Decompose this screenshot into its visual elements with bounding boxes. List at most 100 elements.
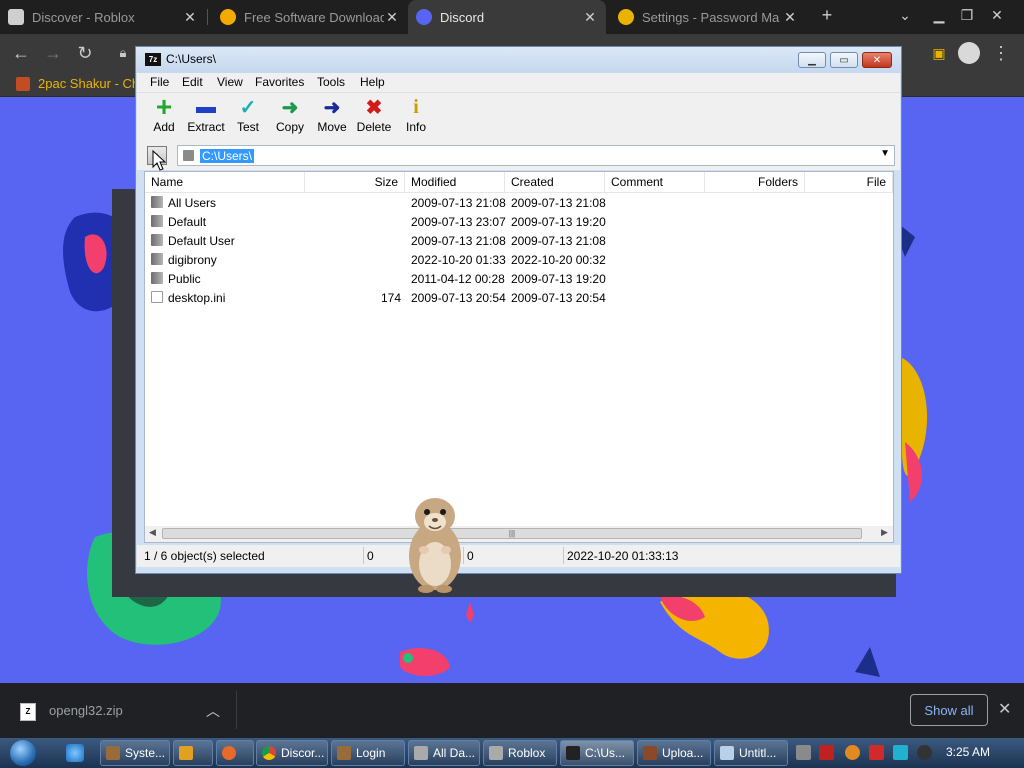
minimize-icon[interactable]: ▁: [924, 0, 954, 30]
chrome-icon: [262, 746, 276, 760]
sevenzip-app-icon: [566, 746, 580, 760]
minimize-button[interactable]: ▁: [798, 52, 826, 68]
copy-button[interactable]: ➜ Copy: [270, 96, 310, 135]
chevron-down-icon[interactable]: ▼: [880, 148, 890, 159]
tray-network-icon[interactable]: [893, 745, 908, 760]
taskbar-clock[interactable]: 3:25 AM: [946, 745, 990, 759]
close-icon[interactable]: ✕: [998, 699, 1011, 719]
taskbar-button-media[interactable]: [173, 740, 213, 766]
column-header-folders[interactable]: Folders: [705, 172, 805, 192]
column-header-comment[interactable]: Comment: [605, 172, 705, 192]
address-bar[interactable]: C:\Users\ ▼: [177, 145, 895, 166]
tab-search-icon[interactable]: ⌄: [890, 0, 920, 30]
taskbar-label: C:\Us...: [585, 746, 626, 760]
extract-icon: ▬: [196, 95, 216, 118]
tray-search-icon[interactable]: [845, 745, 860, 760]
table-row[interactable]: desktop.ini 174 2009-07-13 20:54 2009-07…: [145, 289, 893, 308]
tab-roblox[interactable]: Discover - Roblox ✕: [0, 0, 206, 34]
download-filename[interactable]: opengl32.zip: [49, 703, 123, 718]
taskbar-button-app[interactable]: [216, 740, 254, 766]
tray-volume-icon[interactable]: [917, 745, 932, 760]
menu-tools[interactable]: Tools: [317, 75, 345, 89]
file-list[interactable]: Name Size Modified Created Comment Folde…: [144, 171, 894, 543]
profile-avatar-icon[interactable]: [956, 40, 982, 66]
tab-discord[interactable]: Discord ✕: [408, 0, 606, 34]
app-icon: [643, 746, 657, 760]
tab-free-software[interactable]: Free Software Download ✕: [212, 0, 408, 34]
row-created: 2009-07-13 19:20: [511, 215, 606, 229]
extension-icon[interactable]: ▣: [926, 40, 952, 66]
tray-flag-icon[interactable]: [869, 745, 884, 760]
reload-icon[interactable]: ↻: [72, 40, 98, 66]
taskbar-button-system[interactable]: Syste...: [100, 740, 170, 766]
row-created: 2009-07-13 21:08: [511, 234, 606, 248]
column-header-files[interactable]: File: [805, 172, 893, 192]
taskbar-button-roblox[interactable]: Roblox: [483, 740, 557, 766]
column-header-created[interactable]: Created: [505, 172, 605, 192]
discord-icon: [416, 9, 432, 25]
show-all-button[interactable]: Show all: [910, 694, 988, 726]
column-header-size[interactable]: Size: [305, 172, 405, 192]
scroll-left-icon[interactable]: ◀: [149, 527, 156, 538]
menu-view[interactable]: View: [217, 75, 243, 89]
taskbar-button-sevenzip[interactable]: C:\Us...: [560, 740, 634, 766]
tray-app-icon[interactable]: [796, 745, 811, 760]
move-button[interactable]: ➜ Move: [312, 96, 352, 135]
add-button[interactable]: + Add: [144, 91, 184, 134]
taskbar-button-discord[interactable]: Discor...: [256, 740, 328, 766]
table-row[interactable]: digibrony 2022-10-20 01:33 2022-10-20 00…: [145, 251, 893, 270]
media-player-icon: [179, 746, 193, 760]
close-icon[interactable]: ✕: [182, 9, 198, 26]
scroll-right-icon[interactable]: ▶: [881, 527, 888, 538]
tab-settings[interactable]: Settings - Password Ma ✕: [610, 0, 806, 34]
menu-help[interactable]: Help: [360, 75, 385, 89]
taskbar-label: Discor...: [281, 746, 325, 760]
taskbar-button-login[interactable]: Login: [331, 740, 405, 766]
tray-check-icon[interactable]: [819, 745, 834, 760]
close-icon[interactable]: ✕: [582, 9, 598, 26]
taskbar-button-all-data[interactable]: All Da...: [408, 740, 480, 766]
extract-button[interactable]: ▬ Extract: [186, 95, 226, 135]
status-size: 0: [367, 549, 374, 563]
status-divider: [563, 547, 564, 564]
notepad-icon: [720, 746, 734, 760]
restore-icon[interactable]: ❐: [952, 0, 982, 30]
forward-icon[interactable]: →: [40, 40, 66, 66]
move-icon: ➜: [323, 96, 341, 119]
new-tab-button[interactable]: +: [812, 0, 842, 30]
horizontal-scrollbar[interactable]: ◀ ||| ▶: [145, 526, 893, 542]
row-name: Default: [168, 215, 207, 229]
taskbar-button-upload[interactable]: Uploa...: [637, 740, 711, 766]
taskbar-button-untitled[interactable]: Untitl...: [714, 740, 788, 766]
chevron-up-icon[interactable]: ︿: [206, 701, 220, 721]
close-icon[interactable]: ✕: [384, 9, 400, 26]
delete-button[interactable]: ✖ Delete: [354, 96, 394, 135]
taskbar-label: All Da...: [433, 746, 476, 760]
info-button[interactable]: i Info: [396, 96, 436, 135]
table-row[interactable]: Public 2011-04-12 00:28 2009-07-13 19:20: [145, 270, 893, 289]
tab-title: Settings - Password Ma: [642, 9, 780, 25]
test-button[interactable]: ✓ Test: [228, 96, 268, 135]
close-button[interactable]: ✕: [862, 52, 892, 68]
bookmark-item[interactable]: 2pac Shakur - Chro: [16, 76, 151, 91]
column-header-modified[interactable]: Modified: [405, 172, 505, 192]
close-window-icon[interactable]: ✕: [982, 0, 1012, 30]
delete-label: Delete: [356, 120, 392, 134]
column-header-name[interactable]: Name: [145, 172, 305, 192]
scrollbar-thumb[interactable]: |||: [162, 528, 862, 539]
menu-favorites[interactable]: Favorites: [255, 75, 304, 89]
window-titlebar[interactable]: 7z C:\Users\ ▁ ▭ ✕: [136, 47, 901, 73]
back-icon[interactable]: ←: [8, 40, 34, 66]
menu-file[interactable]: File: [150, 75, 169, 89]
internet-explorer-icon[interactable]: [66, 744, 84, 762]
more-menu-icon[interactable]: ⋮: [988, 40, 1014, 66]
table-row[interactable]: All Users 2009-07-13 21:08 2009-07-13 21…: [145, 194, 893, 213]
table-row[interactable]: Default User 2009-07-13 21:08 2009-07-13…: [145, 232, 893, 251]
menu-edit[interactable]: Edit: [182, 75, 203, 89]
maximize-button[interactable]: ▭: [830, 52, 858, 68]
close-icon[interactable]: ✕: [782, 9, 798, 26]
start-button[interactable]: [10, 740, 36, 766]
gear-icon: [618, 9, 634, 25]
table-row[interactable]: Default 2009-07-13 23:07 2009-07-13 19:2…: [145, 213, 893, 232]
row-created: 2022-10-20 00:32: [511, 253, 606, 267]
